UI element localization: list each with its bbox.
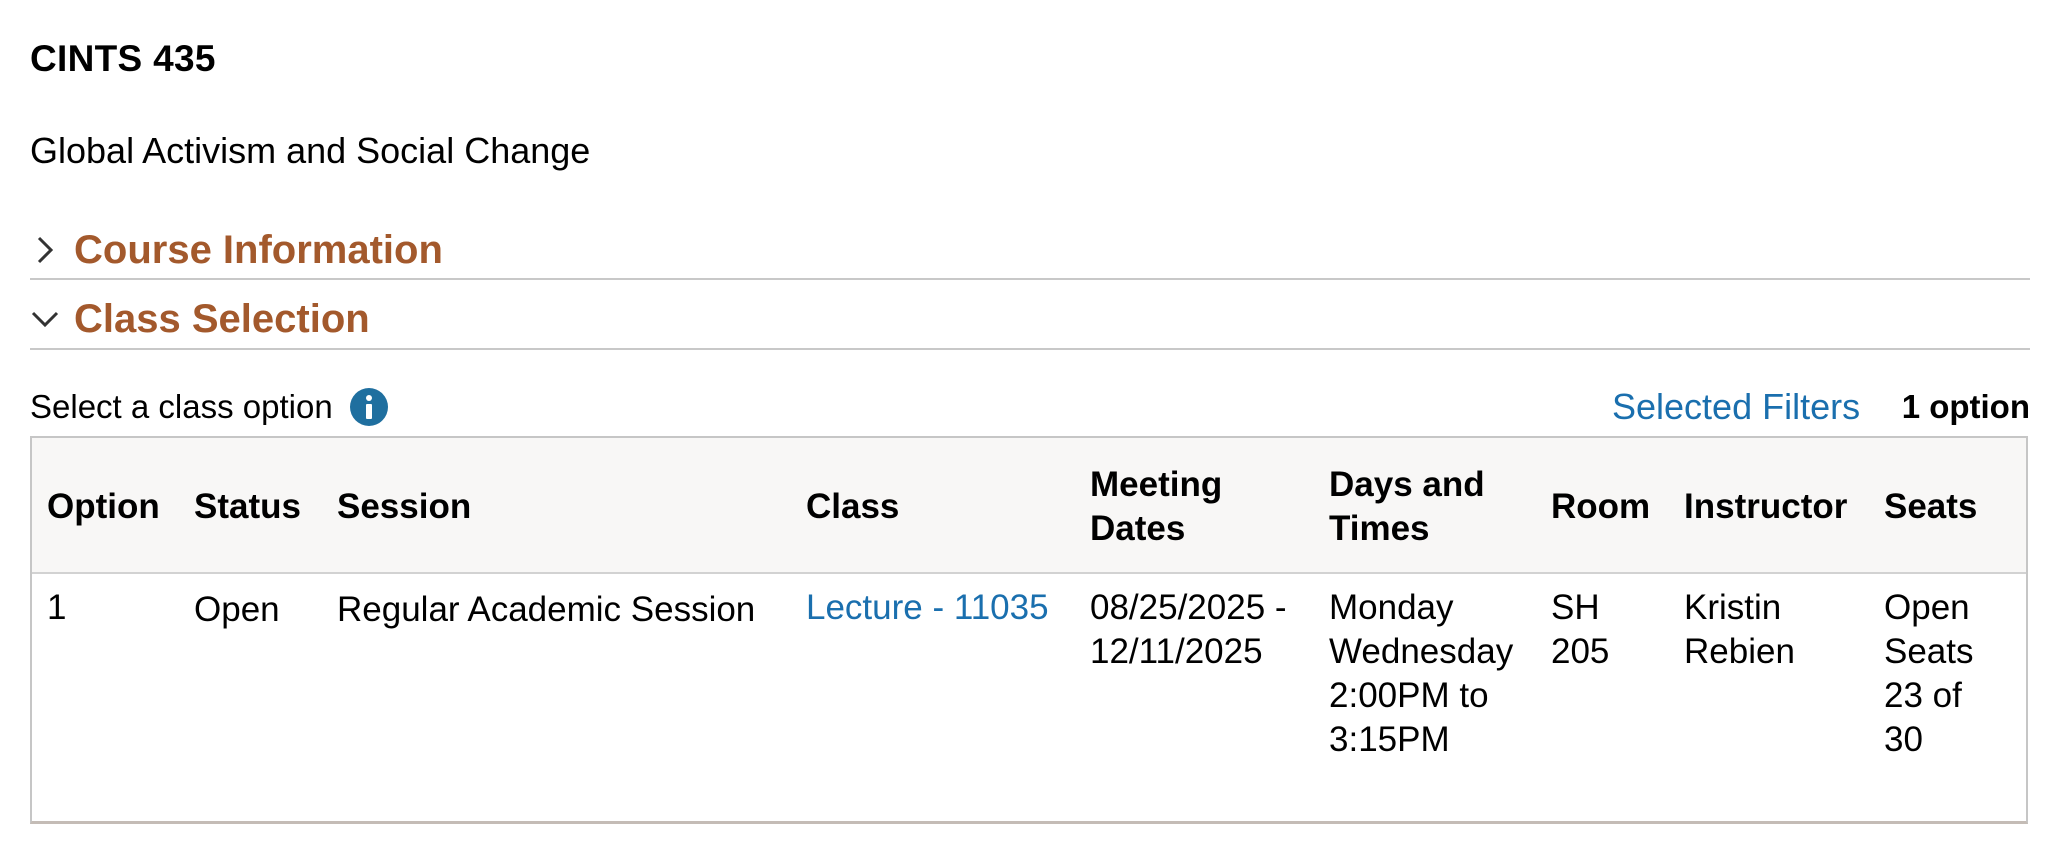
selected-filters-link[interactable]: Selected Filters — [1612, 382, 1860, 432]
class-selection-toggle[interactable]: Class Selection — [30, 290, 2030, 350]
class-search-page: CINTS 435 Global Activism and Social Cha… — [0, 0, 2046, 856]
table-header-row: Option Status Session Class Meeting Date… — [32, 438, 2026, 574]
cell-days-and-times: Monday Wednesday 2:00PM to 3:15PM — [1329, 588, 1514, 759]
cell-session: Regular Academic Session — [337, 590, 756, 629]
header-room: Room — [1551, 487, 1651, 526]
header-session: Session — [337, 487, 472, 526]
chevron-right-icon — [30, 235, 60, 265]
chevron-down-icon — [30, 304, 60, 334]
cell-instructor: Kristin Rebien — [1684, 588, 1795, 671]
class-options-table: Option Status Session Class Meeting Date… — [30, 436, 2028, 824]
cell-room: SH 205 — [1551, 588, 1610, 671]
header-meeting-dates: Meeting Dates — [1090, 465, 1223, 548]
course-code: CINTS 435 — [30, 38, 216, 79]
header-option: Option — [47, 487, 160, 526]
select-class-option-label: Select a class option — [30, 388, 333, 425]
cell-option: 1 — [47, 588, 67, 627]
class-option-bar: Select a class option Selected Filters 1… — [30, 382, 2030, 432]
cell-status: Open — [194, 590, 280, 629]
header-days-and-times: Days and Times — [1329, 465, 1485, 548]
course-information-label: Course Information — [74, 227, 443, 272]
cell-seats: Open Seats 23 of 30 — [1884, 588, 1974, 759]
class-selection-label: Class Selection — [74, 296, 370, 341]
info-icon[interactable] — [349, 387, 389, 427]
course-title: Global Activism and Social Change — [30, 130, 591, 171]
option-count: 1 option — [1901, 388, 2030, 425]
header-instructor: Instructor — [1684, 487, 1848, 526]
header-seats: Seats — [1884, 487, 1978, 526]
header-status: Status — [194, 487, 301, 526]
course-information-toggle[interactable]: Course Information — [30, 222, 2030, 280]
class-link[interactable]: Lecture - 11035 — [806, 586, 1049, 630]
header-class: Class — [806, 487, 900, 526]
cell-meeting-dates: 08/25/2025 - 12/11/2025 — [1090, 588, 1287, 671]
